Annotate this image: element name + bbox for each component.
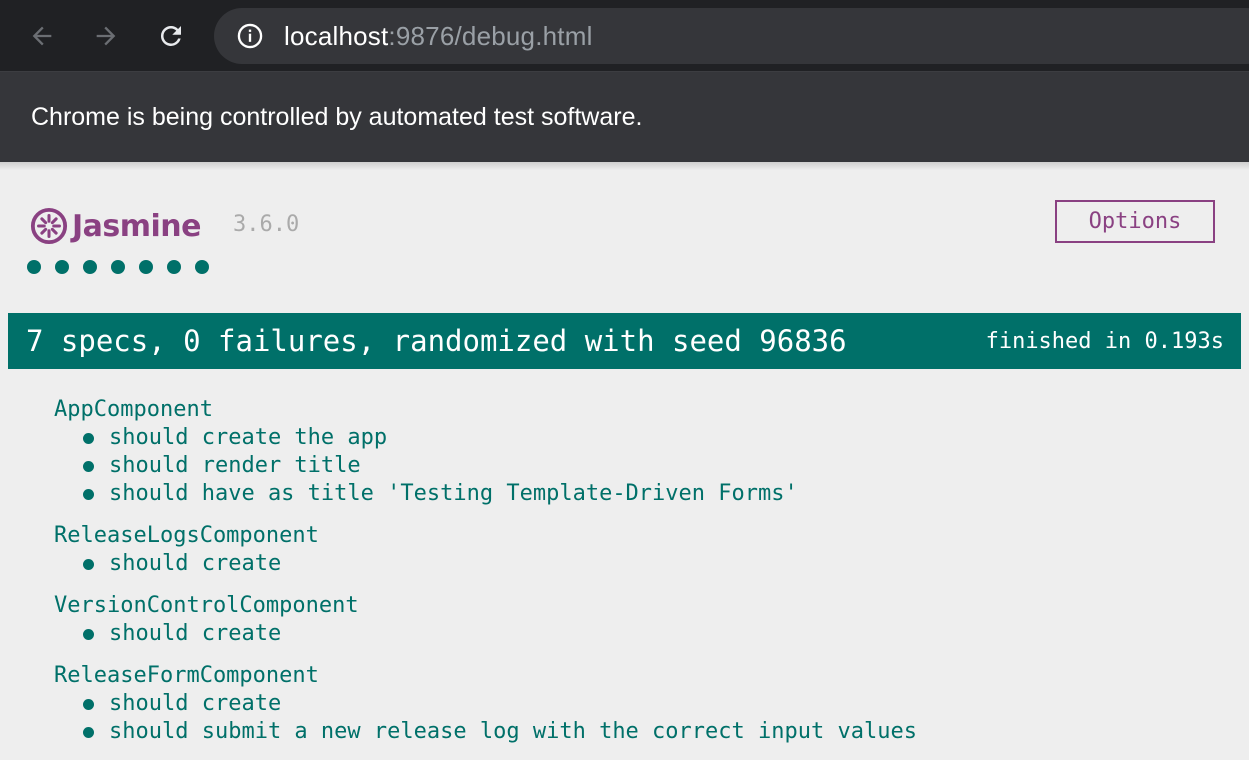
spec-item: should create [54,690,917,718]
spec-item: should create [54,620,917,648]
results-summary: 7 specs, 0 failures, randomized with see… [26,324,847,358]
spec-status-dots [27,260,223,274]
spec-name[interactable]: should render title [82,453,361,478]
spec-name[interactable]: should create [82,691,281,716]
jasmine-page: Jasmine 3.6.0 Options 7 specs, 0 failure… [0,170,1249,754]
passed-bullet-icon [83,489,94,500]
jasmine-banner: Jasmine [30,204,202,248]
options-button[interactable]: Options [1055,200,1215,243]
suite-name[interactable]: ReleaseFormComponent [54,662,917,690]
spec-passed-dot[interactable] [139,260,153,274]
finished-time: finished in 0.193s [985,328,1224,354]
spec-name[interactable]: should create the app [82,425,387,450]
infobar-shadow [0,162,1249,170]
spec-passed-dot[interactable] [27,260,41,274]
spec-name[interactable]: should create [82,621,281,646]
spec-passed-dot[interactable] [111,260,125,274]
forward-button[interactable] [86,16,126,56]
spec-name[interactable]: should create [82,551,281,576]
passed-bullet-icon [83,699,94,710]
jasmine-logo-text: Jasmine [72,208,202,244]
suite-name[interactable]: AppComponent [54,396,917,424]
browser-toolbar: localhost:9876/debug.html [0,0,1249,72]
back-button[interactable] [22,16,62,56]
reload-icon [160,25,181,46]
passed-bullet-icon [83,629,94,640]
spec-name[interactable]: should submit a new release log with the… [82,719,917,744]
spec-passed-dot[interactable] [195,260,209,274]
info-icon[interactable] [236,22,264,50]
passed-bullet-icon [83,461,94,472]
spec-item: should create the app [54,424,917,452]
spec-passed-dot[interactable] [83,260,97,274]
url-host: localhost [284,20,389,51]
suite: VersionControlComponent should create [54,592,917,648]
passed-bullet-icon [83,727,94,738]
jasmine-version: 3.6.0 [233,212,300,237]
url-path: :9876/debug.html [388,20,593,51]
suite: ReleaseFormComponent should create shoul… [54,662,917,746]
arrow-right-icon [96,26,116,46]
spec-item: should have as title 'Testing Template-D… [54,480,917,508]
spec-results: AppComponent should create the app shoul… [54,396,917,760]
reload-button[interactable] [151,16,191,56]
spec-item: should submit a new release log with the… [54,718,917,746]
passed-bullet-icon [83,559,94,570]
automation-infobar: Chrome is being controlled by automated … [0,72,1249,162]
suite-name[interactable]: VersionControlComponent [54,592,917,620]
spec-item: should create [54,550,917,578]
infobar-text: Chrome is being controlled by automated … [31,102,643,131]
jasmine-logo-icon [30,207,68,245]
suite-name[interactable]: ReleaseLogsComponent [54,522,917,550]
arrow-left-icon [32,26,52,46]
spec-passed-dot[interactable] [55,260,69,274]
spec-item: should render title [54,452,917,480]
suite: AppComponent should create the app shoul… [54,396,917,508]
spec-name[interactable]: should have as title 'Testing Template-D… [82,481,798,506]
spec-passed-dot[interactable] [167,260,181,274]
results-summary-bar: 7 specs, 0 failures, randomized with see… [8,313,1241,369]
suite: ReleaseLogsComponent should create [54,522,917,578]
address-bar[interactable]: localhost:9876/debug.html [214,8,1249,64]
passed-bullet-icon [83,433,94,444]
